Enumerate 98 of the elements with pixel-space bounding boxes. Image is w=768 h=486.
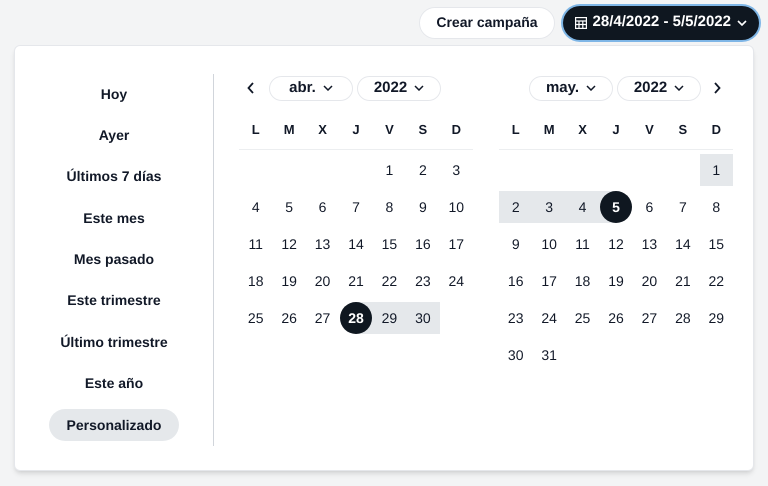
- chevron-down-icon: [737, 20, 747, 26]
- calendar-day[interactable]: 23: [406, 265, 440, 297]
- in-range-day[interactable]: 4: [566, 191, 600, 223]
- weekday-label: V: [644, 120, 655, 139]
- preset-option[interactable]: Este trimestre: [49, 284, 179, 317]
- calendar-day[interactable]: 6: [632, 191, 666, 223]
- calendar-day[interactable]: 22: [372, 265, 406, 297]
- in-range-day[interactable]: 30: [406, 302, 440, 334]
- calendar-day[interactable]: 27: [306, 302, 340, 334]
- calendar-day[interactable]: 13: [306, 228, 340, 260]
- calendar-day[interactable]: 3: [440, 154, 473, 186]
- calendar-day[interactable]: 7: [666, 191, 700, 223]
- calendar-day[interactable]: 14: [339, 228, 373, 260]
- in-range-day[interactable]: 1: [700, 154, 733, 186]
- preset-option[interactable]: Mes pasado: [56, 244, 172, 276]
- weekday-label: V: [384, 120, 395, 139]
- calendar-day[interactable]: 2: [406, 154, 440, 186]
- calendar-day[interactable]: 26: [272, 302, 306, 334]
- calendar-day[interactable]: 9: [499, 228, 532, 260]
- weekday-label: L: [510, 120, 521, 139]
- calendar-day[interactable]: 16: [499, 265, 532, 297]
- calendar-day[interactable]: 24: [532, 302, 566, 334]
- calendar-day[interactable]: 9: [406, 191, 440, 223]
- weekday-label: J: [351, 120, 361, 139]
- calendar-day[interactable]: 29: [700, 302, 733, 334]
- calendar-day[interactable]: 1: [372, 154, 406, 186]
- calendar-day[interactable]: 25: [566, 302, 600, 334]
- weekday-label: M: [542, 120, 556, 139]
- preset-option[interactable]: Este mes: [65, 202, 163, 234]
- calendar-day[interactable]: 10: [532, 228, 566, 260]
- calendar-day[interactable]: 17: [440, 228, 473, 260]
- selected-day[interactable]: 5: [600, 191, 632, 223]
- calendar-day[interactable]: 12: [599, 228, 633, 260]
- calendar-day[interactable]: 18: [566, 265, 600, 297]
- preset-option[interactable]: Personalizado: [48, 409, 180, 442]
- calendar-day[interactable]: 4: [239, 191, 272, 223]
- calendar-day[interactable]: 11: [566, 228, 600, 260]
- calendar-day[interactable]: 28: [666, 302, 700, 334]
- calendar-day[interactable]: 6: [306, 191, 340, 223]
- calendar-day[interactable]: 22: [700, 265, 733, 297]
- calendar-day[interactable]: 21: [666, 265, 700, 297]
- calendar-day[interactable]: 21: [339, 265, 373, 297]
- preset-option[interactable]: Hoy: [82, 78, 146, 110]
- weekday-label: L: [250, 120, 261, 139]
- month-dropdown[interactable]: abr.: [269, 76, 353, 100]
- calendar-day[interactable]: 26: [599, 302, 633, 334]
- in-range-day[interactable]: 2: [499, 191, 532, 223]
- calendar-day[interactable]: 14: [666, 228, 700, 260]
- selected-day[interactable]: 28: [340, 302, 372, 334]
- month-dropdown[interactable]: may.: [529, 76, 613, 100]
- preset-option[interactable]: Este año: [66, 368, 162, 400]
- calendar-day[interactable]: 24: [440, 265, 473, 297]
- year-dropdown[interactable]: 2022: [617, 76, 701, 100]
- year-dropdown[interactable]: 2022: [357, 76, 441, 100]
- weekday-label: S: [418, 120, 428, 139]
- calendar-day[interactable]: 19: [272, 265, 306, 297]
- weekday-label: D: [710, 120, 722, 139]
- calendar-day[interactable]: 31: [532, 339, 566, 371]
- calendar-day[interactable]: 12: [272, 228, 306, 260]
- calendar-day[interactable]: 27: [632, 302, 666, 334]
- preset-option[interactable]: Últimos 7 días: [48, 160, 180, 193]
- calendar-day[interactable]: 11: [239, 228, 272, 260]
- calendar-day[interactable]: 8: [372, 191, 406, 223]
- calendar-day[interactable]: 15: [372, 228, 406, 260]
- in-range-day[interactable]: 3: [532, 191, 566, 223]
- weekday-label: D: [450, 120, 462, 139]
- preset-option[interactable]: Último trimestre: [42, 326, 186, 358]
- calendar-day[interactable]: 16: [406, 228, 440, 260]
- calendar-day[interactable]: 8: [700, 191, 733, 223]
- chevron-left-icon: [247, 82, 255, 94]
- chevron-down-icon: [322, 85, 333, 91]
- in-range-day[interactable]: 29: [372, 302, 406, 334]
- create-campaign-button[interactable]: Crear campaña: [419, 6, 555, 38]
- calendar-day[interactable]: 30: [499, 339, 532, 371]
- weekday-label: X: [577, 120, 588, 139]
- calendar-day[interactable]: 25: [239, 302, 272, 334]
- calendar-day[interactable]: 5: [272, 191, 306, 223]
- calendar-day[interactable]: 17: [532, 265, 566, 297]
- calendar-day[interactable]: 20: [306, 265, 340, 297]
- chevron-down-icon: [586, 85, 596, 91]
- date-range-button[interactable]: 28/4/2022 - 5/5/2022: [562, 6, 759, 40]
- chevron-down-icon: [674, 85, 684, 91]
- calendar-day[interactable]: 10: [440, 191, 473, 223]
- calendar-day[interactable]: 15: [700, 228, 733, 260]
- calendar-day[interactable]: 7: [339, 191, 373, 223]
- weekday-label: J: [611, 120, 621, 139]
- calendar-day[interactable]: 19: [599, 265, 633, 297]
- calendar-day[interactable]: 18: [239, 265, 272, 297]
- calendar-icon: [574, 16, 587, 28]
- weekday-label: M: [282, 120, 296, 139]
- weekday-label: S: [678, 120, 688, 139]
- calendar-day[interactable]: 20: [632, 265, 666, 297]
- calendar-day[interactable]: 23: [499, 302, 532, 334]
- chevron-down-icon: [414, 85, 424, 91]
- weekday-label: X: [317, 120, 328, 139]
- preset-option[interactable]: Ayer: [80, 119, 148, 152]
- calendar-day[interactable]: 13: [632, 228, 666, 260]
- chevron-right-icon: [713, 82, 721, 94]
